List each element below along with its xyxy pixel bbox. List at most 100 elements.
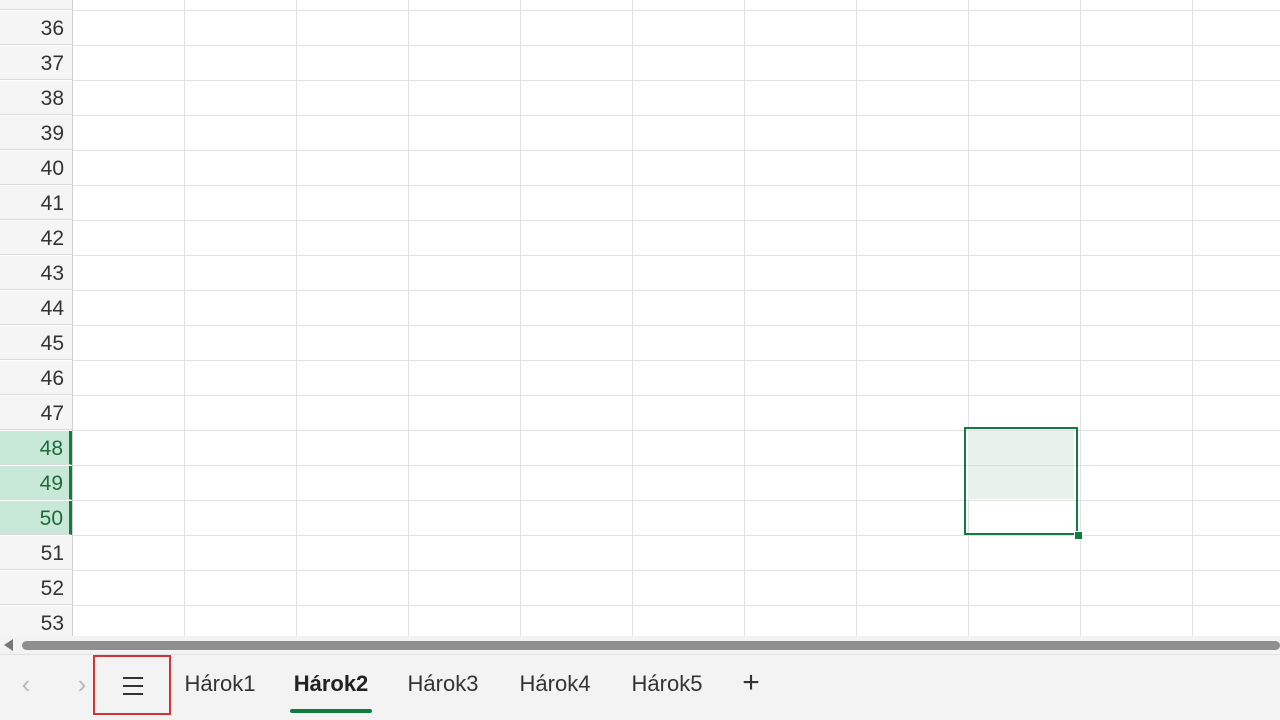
- grid-cell[interactable]: [521, 291, 633, 326]
- grid-cell[interactable]: [1193, 221, 1280, 256]
- grid-cell[interactable]: [969, 256, 1081, 291]
- grid-cell[interactable]: [745, 291, 857, 326]
- grid-cell[interactable]: [185, 221, 297, 256]
- sheet-tab-4[interactable]: Hárok4: [510, 655, 600, 715]
- grid-cell[interactable]: [521, 116, 633, 151]
- grid-cell[interactable]: [297, 571, 409, 606]
- grid-cell[interactable]: [185, 361, 297, 396]
- grid-cell[interactable]: [73, 571, 185, 606]
- grid-cell[interactable]: [521, 46, 633, 81]
- grid-cell[interactable]: [745, 466, 857, 501]
- row-header[interactable]: 44: [0, 291, 72, 325]
- grid-cell[interactable]: [633, 291, 745, 326]
- grid-cell[interactable]: [857, 606, 969, 636]
- grid-cell[interactable]: [1081, 571, 1193, 606]
- grid-cell[interactable]: [969, 536, 1081, 571]
- row-header[interactable]: 35: [0, 0, 72, 10]
- grid-cell[interactable]: [1193, 431, 1280, 466]
- grid-cell[interactable]: [185, 81, 297, 116]
- grid-cell[interactable]: [297, 396, 409, 431]
- grid-cell[interactable]: [1193, 11, 1280, 46]
- grid-cell[interactable]: [73, 536, 185, 571]
- grid-cell[interactable]: [633, 606, 745, 636]
- grid-cell[interactable]: [857, 396, 969, 431]
- grid-cell[interactable]: [857, 466, 969, 501]
- grid-cell[interactable]: [633, 361, 745, 396]
- grid-cell[interactable]: [857, 536, 969, 571]
- row-header[interactable]: 48: [0, 431, 72, 465]
- row-header[interactable]: 36: [0, 11, 72, 45]
- grid-cell[interactable]: [857, 0, 969, 11]
- grid-cell[interactable]: [521, 361, 633, 396]
- grid-cell[interactable]: [521, 431, 633, 466]
- scrollbar-thumb[interactable]: [22, 641, 1280, 650]
- grid-cell[interactable]: [73, 0, 185, 11]
- grid-cell[interactable]: [73, 326, 185, 361]
- all-sheets-menu-button[interactable]: [93, 655, 171, 715]
- sheet-tab-3[interactable]: Hárok3: [398, 655, 488, 715]
- grid-cell[interactable]: [633, 571, 745, 606]
- grid-cell[interactable]: [409, 256, 521, 291]
- spreadsheet-grid[interactable]: 35363738394041424344454647484950515253: [0, 0, 1280, 636]
- grid-cell[interactable]: [409, 11, 521, 46]
- row-header[interactable]: 51: [0, 536, 72, 570]
- grid-cell[interactable]: [1193, 256, 1280, 291]
- row-header[interactable]: 46: [0, 361, 72, 395]
- grid-cell[interactable]: [73, 256, 185, 291]
- grid-cell[interactable]: [297, 116, 409, 151]
- grid-cell[interactable]: [297, 466, 409, 501]
- grid-cell[interactable]: [297, 221, 409, 256]
- grid-cell[interactable]: [745, 256, 857, 291]
- grid-cell[interactable]: [185, 326, 297, 361]
- row-header[interactable]: 53: [0, 606, 72, 636]
- row-header[interactable]: 40: [0, 151, 72, 185]
- grid-cell[interactable]: [73, 501, 185, 536]
- grid-cell[interactable]: [409, 536, 521, 571]
- grid-cell[interactable]: [409, 361, 521, 396]
- grid-cell[interactable]: [969, 291, 1081, 326]
- grid-cell[interactable]: [857, 326, 969, 361]
- grid-cell[interactable]: [857, 221, 969, 256]
- grid-cell[interactable]: [297, 326, 409, 361]
- grid-cell[interactable]: [857, 501, 969, 536]
- grid-cell[interactable]: [185, 606, 297, 636]
- grid-cell[interactable]: [185, 571, 297, 606]
- grid-cell[interactable]: [521, 326, 633, 361]
- grid-cell[interactable]: [521, 221, 633, 256]
- grid-cell[interactable]: [969, 501, 1081, 536]
- grid-cell[interactable]: [745, 606, 857, 636]
- grid-cell[interactable]: [745, 326, 857, 361]
- sheet-tab-2[interactable]: Hárok2: [290, 655, 372, 715]
- grid-cell[interactable]: [745, 396, 857, 431]
- prev-sheet-button[interactable]: ‹: [8, 655, 44, 715]
- grid-cell[interactable]: [969, 81, 1081, 116]
- grid-cell[interactable]: [969, 116, 1081, 151]
- grid-cell[interactable]: [73, 151, 185, 186]
- grid-cell[interactable]: [633, 116, 745, 151]
- grid-cell[interactable]: [1193, 81, 1280, 116]
- grid-cell[interactable]: [1081, 466, 1193, 501]
- grid-cell[interactable]: [185, 116, 297, 151]
- grid-cell[interactable]: [969, 361, 1081, 396]
- grid-cell[interactable]: [297, 431, 409, 466]
- row-header[interactable]: 45: [0, 326, 72, 360]
- row-header[interactable]: 47: [0, 396, 72, 430]
- grid-cell[interactable]: [1081, 81, 1193, 116]
- grid-cell[interactable]: [969, 431, 1081, 466]
- row-header[interactable]: 38: [0, 81, 72, 115]
- grid-cell[interactable]: [185, 501, 297, 536]
- grid-cell[interactable]: [521, 11, 633, 46]
- row-header[interactable]: 52: [0, 571, 72, 605]
- grid-cell[interactable]: [1081, 431, 1193, 466]
- grid-cell[interactable]: [1081, 536, 1193, 571]
- grid-cell[interactable]: [409, 326, 521, 361]
- grid-cell[interactable]: [633, 536, 745, 571]
- grid-cell[interactable]: [969, 151, 1081, 186]
- grid-cell[interactable]: [745, 536, 857, 571]
- grid-cell[interactable]: [969, 326, 1081, 361]
- grid-cell[interactable]: [857, 186, 969, 221]
- grid-cell[interactable]: [745, 116, 857, 151]
- grid-cell[interactable]: [297, 361, 409, 396]
- grid-cell[interactable]: [185, 431, 297, 466]
- grid-cell[interactable]: [745, 11, 857, 46]
